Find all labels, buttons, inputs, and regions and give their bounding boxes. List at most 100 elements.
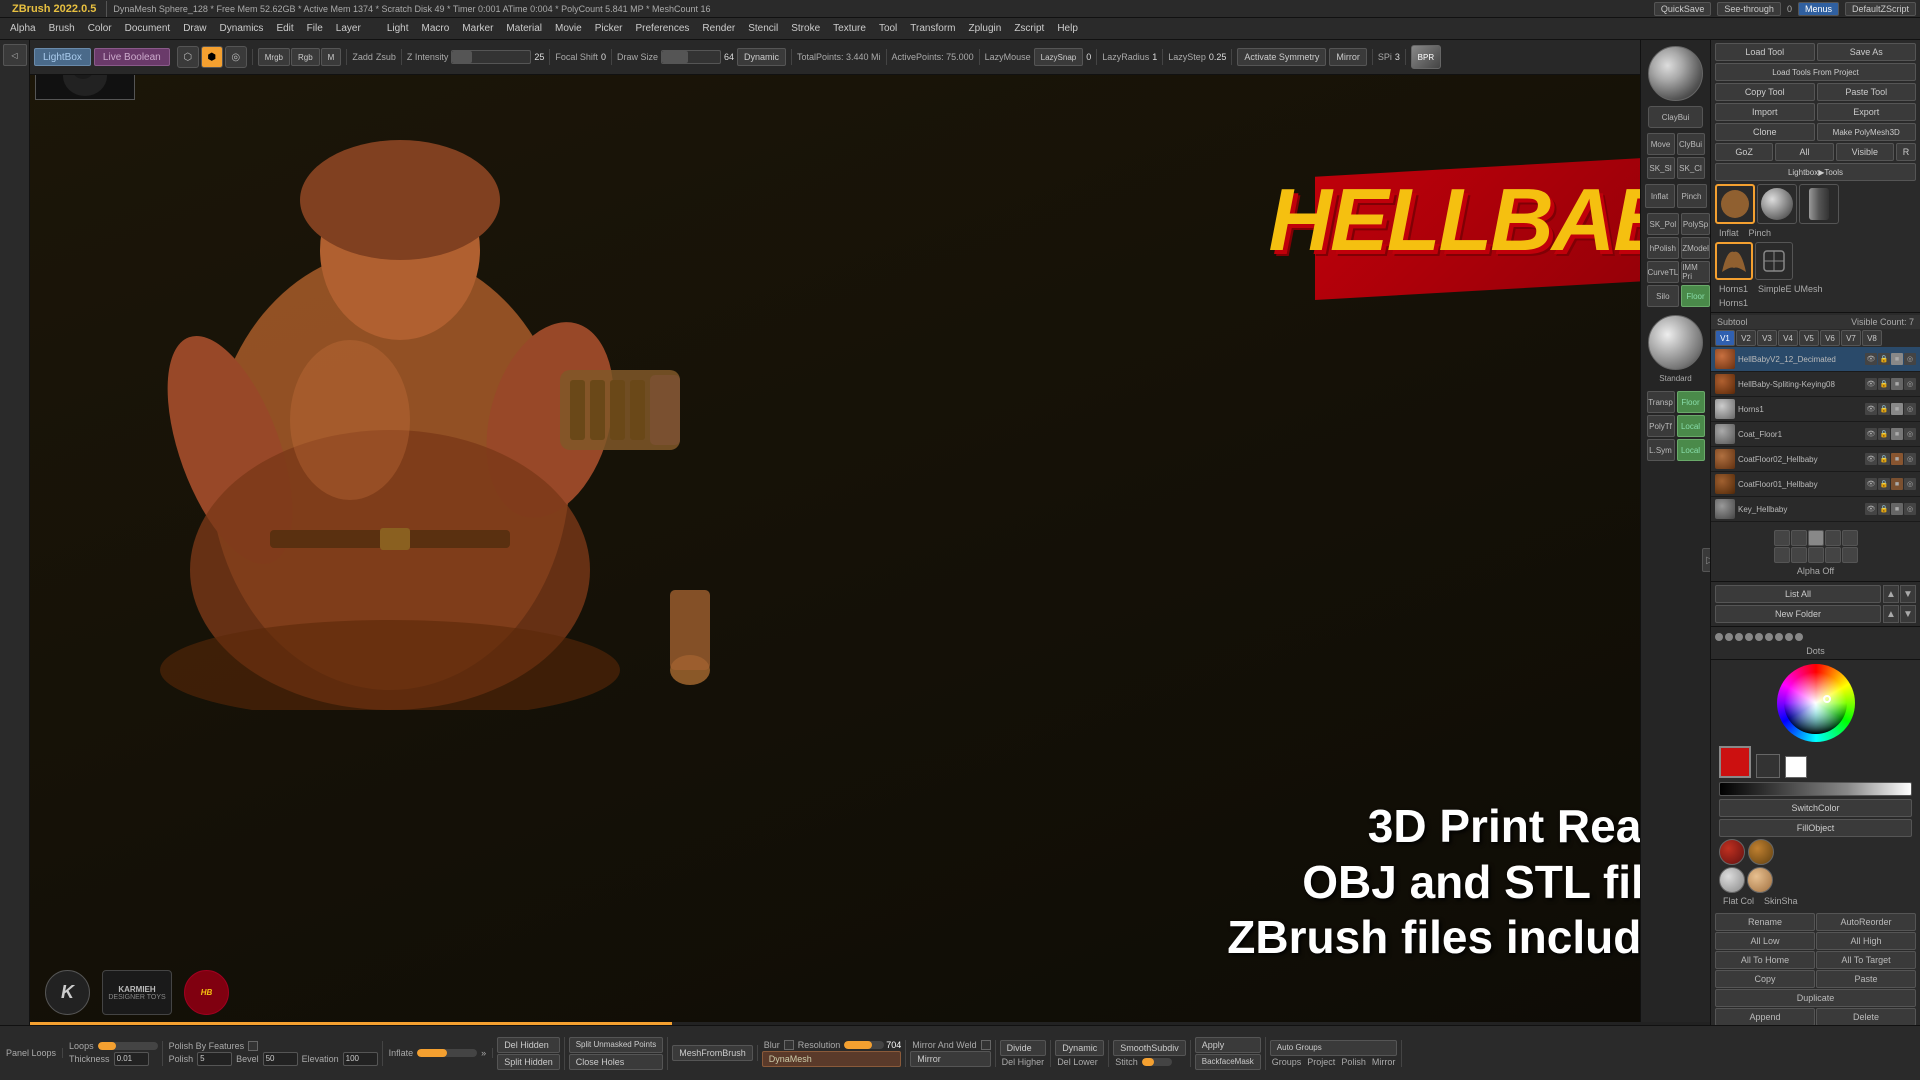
goz-btn[interactable]: GoZ — [1715, 143, 1773, 161]
export-btn[interactable]: Export — [1817, 103, 1917, 121]
cylinder-thumb[interactable] — [1799, 184, 1839, 224]
subtool-eye-6[interactable]: 👁 — [1865, 478, 1877, 490]
del-hidden-btn[interactable]: Del Hidden — [497, 1037, 560, 1053]
menu-material[interactable]: Material — [500, 23, 548, 34]
imm-pri-btn[interactable]: IMM Pri — [1681, 261, 1710, 283]
subtool-color-2[interactable]: ■ — [1891, 378, 1903, 390]
alpha-cell-9[interactable] — [1825, 547, 1841, 563]
subtool-eye-5[interactable]: 👁 — [1865, 453, 1877, 465]
skin-sha-sphere[interactable] — [1747, 867, 1773, 893]
copy-tool-btn[interactable]: Copy Tool — [1715, 83, 1815, 101]
z7-sphere[interactable] — [1748, 839, 1774, 865]
mirror-bottom-btn[interactable]: Mirror — [910, 1051, 990, 1067]
subtool-sel-5[interactable]: ◎ — [1904, 453, 1916, 465]
subtool-color-7[interactable]: ■ — [1891, 503, 1903, 515]
menu-color[interactable]: Color — [82, 23, 118, 34]
zmodel-btn[interactable]: ZModel — [1681, 237, 1710, 259]
color-wheel[interactable] — [1777, 664, 1855, 742]
copy-btn[interactable]: Copy — [1715, 970, 1815, 988]
standard-sphere[interactable] — [1648, 315, 1703, 370]
split-unmasked-btn[interactable]: Split Unmasked Points — [569, 1037, 663, 1053]
polysphere-thumb[interactable] — [1757, 184, 1797, 224]
rename-btn[interactable]: Rename — [1715, 913, 1815, 931]
menus-button[interactable]: Menus — [1798, 2, 1839, 16]
import-btn[interactable]: Import — [1715, 103, 1815, 121]
v7-btn[interactable]: V7 — [1841, 330, 1861, 346]
menu-picker[interactable]: Picker — [589, 23, 629, 34]
subtool-lock-2[interactable]: 🔒 — [1878, 378, 1890, 390]
transp-btn[interactable]: Transp — [1647, 391, 1675, 413]
subtool-eye-7[interactable]: 👁 — [1865, 503, 1877, 515]
alpha-cell-5[interactable] — [1842, 530, 1858, 546]
lightbox-button[interactable]: LightBox — [34, 48, 91, 66]
local-btn2[interactable]: Local — [1677, 439, 1705, 461]
mrgb-btn[interactable]: Mrgb — [258, 48, 290, 66]
menu-movie[interactable]: Movie — [549, 23, 588, 34]
alpha-cell-6[interactable] — [1774, 547, 1790, 563]
alpha-cell-8[interactable] — [1808, 547, 1824, 563]
menu-draw[interactable]: Draw — [177, 23, 212, 34]
claybuildup-sphere[interactable]: ClayBui — [1648, 106, 1703, 128]
lightbox-tools-btn[interactable]: Lightbox▶Tools — [1715, 163, 1916, 181]
list-arrow-down[interactable]: ▼ — [1900, 585, 1916, 603]
subtool-item-4[interactable]: Coat_Floor1 👁 🔒 ■ ◎ — [1711, 422, 1920, 447]
blur-checkbox[interactable] — [784, 1040, 794, 1050]
menu-alpha[interactable]: Alpha — [4, 23, 42, 34]
floor-btn[interactable]: Floor — [1677, 391, 1705, 413]
subtool-color-5[interactable]: ■ — [1891, 453, 1903, 465]
brush-icon-3[interactable]: ◎ — [225, 46, 247, 68]
subtool-item-2[interactable]: HellBaby-Spliting-Keying08 👁 🔒 ■ ◎ — [1711, 372, 1920, 397]
elevation-val-input[interactable] — [343, 1052, 378, 1066]
all-high-btn[interactable]: All High — [1816, 932, 1916, 950]
m-btn[interactable]: M — [321, 48, 342, 66]
v1-btn[interactable]: V1 — [1715, 330, 1735, 346]
curvetl-btn[interactable]: CurveTL — [1647, 261, 1680, 283]
subtool-sel-4[interactable]: ◎ — [1904, 428, 1916, 440]
split-hidden-btn[interactable]: Split Hidden — [497, 1054, 560, 1070]
fill-object-btn[interactable]: FillObject — [1719, 819, 1912, 837]
floor-active-btn[interactable]: Floor — [1681, 285, 1710, 307]
horns1-thumb[interactable] — [1715, 184, 1755, 224]
inflate-btn[interactable]: Inflat — [1645, 184, 1675, 208]
subtool-sel-1[interactable]: ◎ — [1904, 353, 1916, 365]
menu-tool[interactable]: Tool — [873, 23, 903, 34]
local-active-btn[interactable]: Local — [1677, 415, 1705, 437]
loops-slider[interactable] — [98, 1042, 158, 1050]
polytf-btn[interactable]: PolyTf — [1647, 415, 1675, 437]
alpha-cell-7[interactable] — [1791, 547, 1807, 563]
smooth-subdiv-btn[interactable]: SmoothSubdiv — [1113, 1040, 1186, 1056]
auto-groups-btn[interactable]: Auto Groups — [1270, 1040, 1398, 1056]
subtool-eye-2[interactable]: 👁 — [1865, 378, 1877, 390]
left-panel-arrow[interactable]: ◁ — [3, 44, 27, 66]
menu-zscript[interactable]: Zscript — [1008, 23, 1050, 34]
menu-render[interactable]: Render — [696, 23, 741, 34]
sk-slash-btn[interactable]: SK_Sl — [1647, 157, 1675, 179]
subtool-eye-3[interactable]: 👁 — [1865, 403, 1877, 415]
menu-macro[interactable]: Macro — [416, 23, 456, 34]
l-sym-btn[interactable]: L.Sym — [1647, 439, 1675, 461]
subtool-lock-1[interactable]: 🔒 — [1878, 353, 1890, 365]
menu-dynamics[interactable]: Dynamics — [214, 23, 270, 34]
v2-btn[interactable]: V2 — [1736, 330, 1756, 346]
primary-color[interactable] — [1719, 746, 1751, 778]
apply-btn[interactable]: Apply — [1195, 1037, 1261, 1053]
menu-zplugin[interactable]: Zplugin — [963, 23, 1008, 34]
z4-sphere[interactable] — [1719, 839, 1745, 865]
alpha-cell-4[interactable] — [1825, 530, 1841, 546]
duplicate-btn[interactable]: Duplicate — [1715, 989, 1916, 1007]
subtool-item-6[interactable]: CoatFloor01_Hellbaby 👁 🔒 ■ ◎ — [1711, 472, 1920, 497]
subtool-item-3[interactable]: Horns1 👁 🔒 ■ ◎ — [1711, 397, 1920, 422]
subtool-lock-7[interactable]: 🔒 — [1878, 503, 1890, 515]
main-sphere[interactable] — [1648, 46, 1703, 101]
delete-btn[interactable]: Delete — [1816, 1008, 1916, 1026]
alpha-cell-10[interactable] — [1842, 547, 1858, 563]
menu-layer[interactable]: Layer — [330, 23, 367, 34]
menu-preferences[interactable]: Preferences — [629, 23, 695, 34]
lazy-snap-btn[interactable]: LazySnap — [1034, 48, 1084, 66]
menu-edit[interactable]: Edit — [270, 23, 299, 34]
paste-tool-btn[interactable]: Paste Tool — [1817, 83, 1917, 101]
subtool-lock-6[interactable]: 🔒 — [1878, 478, 1890, 490]
see-through-button[interactable]: See-through — [1717, 2, 1781, 16]
rgb-btn[interactable]: Rgb — [291, 48, 320, 66]
subtool-sel-3[interactable]: ◎ — [1904, 403, 1916, 415]
